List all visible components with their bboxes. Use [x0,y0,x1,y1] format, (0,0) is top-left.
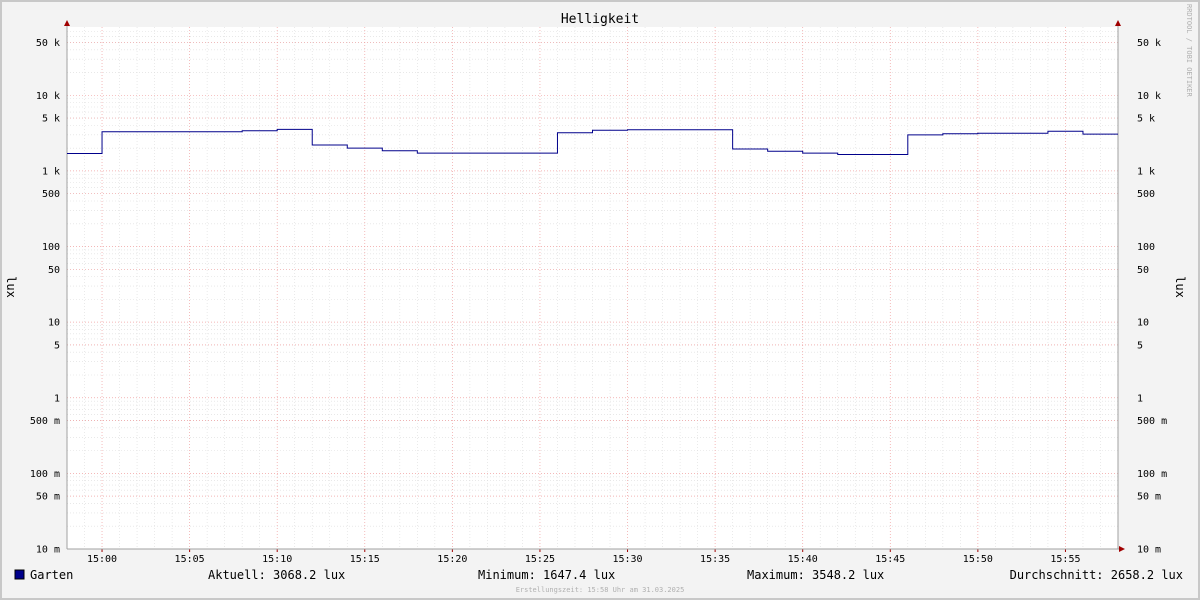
y-tick-label-left: 1 k [42,166,60,177]
y-tick-label-left: 50 k [36,38,60,49]
y-tick-label-left: 1 [54,393,60,404]
y-tick-label-left: 5 [54,340,60,351]
y-tick-label-right: 5 k [1137,114,1155,125]
y-tick-label-right: 100 m [1137,469,1167,480]
chart-root: 15:00 15:05 15:10 15:15 15:20 15:25 15:30 15:35… [0,0,1200,600]
y-tick-label-right: 5 [1137,340,1143,351]
y-tick-label-left: 500 [42,189,60,200]
x-tick-label: 15:05 [175,554,205,565]
creation-time-footer: Erstellungszeit: 15:58 Uhr am 31.03.2025 [516,586,685,594]
x-tick-label: 15:35 [700,554,730,565]
y-tick-label-right: 1 [1137,393,1143,404]
y-tick-label-left: 50 m [36,492,60,503]
legend-current: Aktuell: 3068.2 lux [208,568,345,582]
x-tick-label: 15:25 [525,554,555,565]
x-tick-label: 15:20 [437,554,467,565]
chart-title: Helligkeit [561,12,639,27]
y-tick-label-right: 10 k [1137,91,1161,102]
x-tick-label: 15:10 [262,554,292,565]
legend-maximum: Maximum: 3548.2 lux [747,568,884,582]
y-tick-label-right: 500 [1137,189,1155,200]
legend-minimum: Minimum: 1647.4 lux [478,568,615,582]
x-axis-arrow [1119,546,1125,552]
y-tick-label-left: 10 [48,318,60,329]
y-axis-label-left: lux [4,276,18,298]
legend-series-name: Garten [30,568,73,582]
y-tick-label-right: 50 m [1137,492,1161,503]
y-tick-label-left: 10 k [36,91,60,102]
rrdtool-watermark: RRDTOOL / TOBI OETIKER [1185,4,1193,98]
y-tick-label-left: 10 m [36,545,60,556]
y-tick-label-right: 100 [1137,242,1155,253]
y-tick-label-right: 10 [1137,318,1149,329]
y-tick-label-right: 500 m [1137,416,1167,427]
y-tick-label-left: 50 [48,265,60,276]
y-axis-arrow-right [1115,20,1121,26]
y-axis-arrow-left [64,20,70,26]
x-tick-label: 15:15 [350,554,380,565]
x-tick-label: 15:50 [963,554,993,565]
y-tick-label-right: 10 m [1137,545,1161,556]
x-tick-label: 15:40 [788,554,818,565]
x-tick-label: 15:55 [1050,554,1080,565]
x-tick-label: 15:45 [875,554,905,565]
legend-swatch-garten [14,569,25,580]
y-tick-label-right: 1 k [1137,166,1155,177]
legend-average: Durchschnitt: 2658.2 lux [1010,568,1183,582]
x-tick-label: 15:30 [612,554,642,565]
y-tick-label-left: 5 k [42,114,60,125]
y-tick-label-left: 100 m [30,469,60,480]
y-axis-label-right: lux [1173,276,1187,298]
y-tick-label-left: 500 m [30,416,60,427]
y-tick-label-right: 50 [1137,265,1149,276]
chart-svg: 15:00 15:05 15:10 15:15 15:20 15:25 15:30 15:35… [0,0,1200,600]
y-tick-label-right: 50 k [1137,38,1161,49]
x-tick-label: 15:00 [87,554,117,565]
y-tick-label-left: 100 [42,242,60,253]
